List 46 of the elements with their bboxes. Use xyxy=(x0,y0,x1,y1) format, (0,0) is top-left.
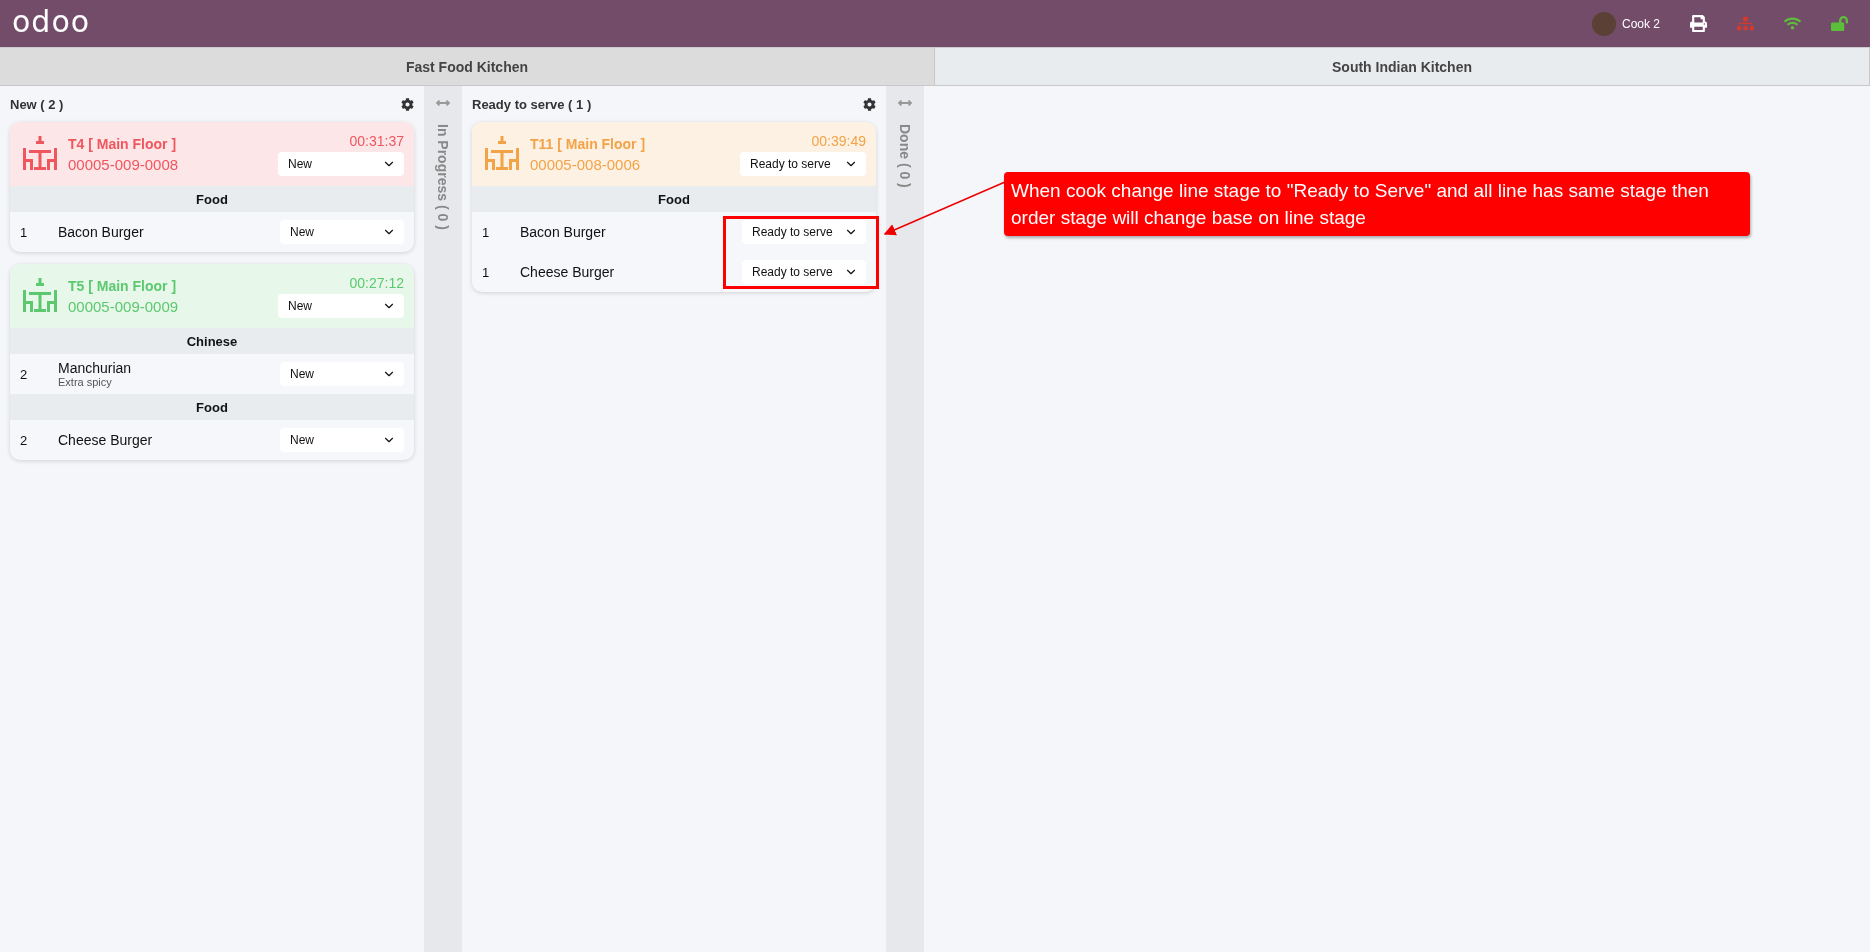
table-name: T11 [ Main Floor ] xyxy=(530,135,647,152)
order-timer: 00:27:12 xyxy=(349,274,404,291)
product-name: Manchurian xyxy=(58,360,133,376)
annotation-text: When cook change line stage to "Ready to Serve" and all line has same stage then order stage will change base on line stage xyxy=(1011,179,1710,230)
table-name: T4 [ Main Floor ] xyxy=(68,135,178,152)
kitchen-tab[interactable]: South Indian Kitchen xyxy=(935,48,1870,86)
stage-select[interactable]: New xyxy=(278,293,404,318)
stage-select[interactable]: New xyxy=(280,362,404,386)
line-quantity: 1 xyxy=(482,224,491,240)
column-title: In Progress ( 0 ) xyxy=(435,124,451,230)
product-name: Cheese Burger xyxy=(58,432,154,448)
category-name: Food xyxy=(196,191,228,207)
logo: odoo xyxy=(12,6,91,37)
column-title: New ( 2 ) xyxy=(10,96,64,112)
stage-select[interactable]: New xyxy=(280,220,404,244)
column-title: Ready to serve ( 1 ) xyxy=(472,96,592,112)
product-name: Cheese Burger xyxy=(520,264,616,280)
wifi-icon[interactable] xyxy=(1784,15,1801,32)
table-name: T5 [ Main Floor ] xyxy=(68,277,178,294)
settings-icon[interactable] xyxy=(863,97,876,111)
category-name: Food xyxy=(196,399,228,415)
line-quantity: 2 xyxy=(20,432,29,448)
stage-select[interactable]: Ready to serve xyxy=(740,151,866,176)
printer-icon[interactable] xyxy=(1690,15,1707,32)
line-note: Extra spicy xyxy=(58,376,113,388)
user-name[interactable]: Cook 2 xyxy=(1621,16,1660,31)
order-reference: 00005-009-0009 xyxy=(68,297,180,315)
stage-select[interactable]: New xyxy=(278,151,404,176)
column-title: Done ( 0 ) xyxy=(897,124,913,188)
category-name: Chinese xyxy=(186,333,238,349)
order-timer: 00:39:49 xyxy=(811,132,866,149)
stage-select[interactable]: Ready to serve xyxy=(742,220,866,244)
line-quantity: 1 xyxy=(482,264,491,280)
line-quantity: 1 xyxy=(20,224,29,240)
stage-select[interactable]: Ready to serve xyxy=(742,260,866,284)
product-name: Bacon Burger xyxy=(520,224,607,240)
product-name: Bacon Burger xyxy=(58,224,145,240)
order-reference: 00005-008-0006 xyxy=(530,155,642,173)
category-name: Food xyxy=(658,191,690,207)
stage-select[interactable]: New xyxy=(280,428,404,452)
settings-icon[interactable] xyxy=(401,97,414,111)
order-reference: 00005-009-0008 xyxy=(68,155,180,173)
line-quantity: 2 xyxy=(20,366,29,382)
order-timer: 00:31:37 xyxy=(349,132,404,149)
unlocked-padlock-icon[interactable] xyxy=(1831,15,1848,32)
kitchen-tab[interactable]: Fast Food Kitchen xyxy=(0,48,935,86)
